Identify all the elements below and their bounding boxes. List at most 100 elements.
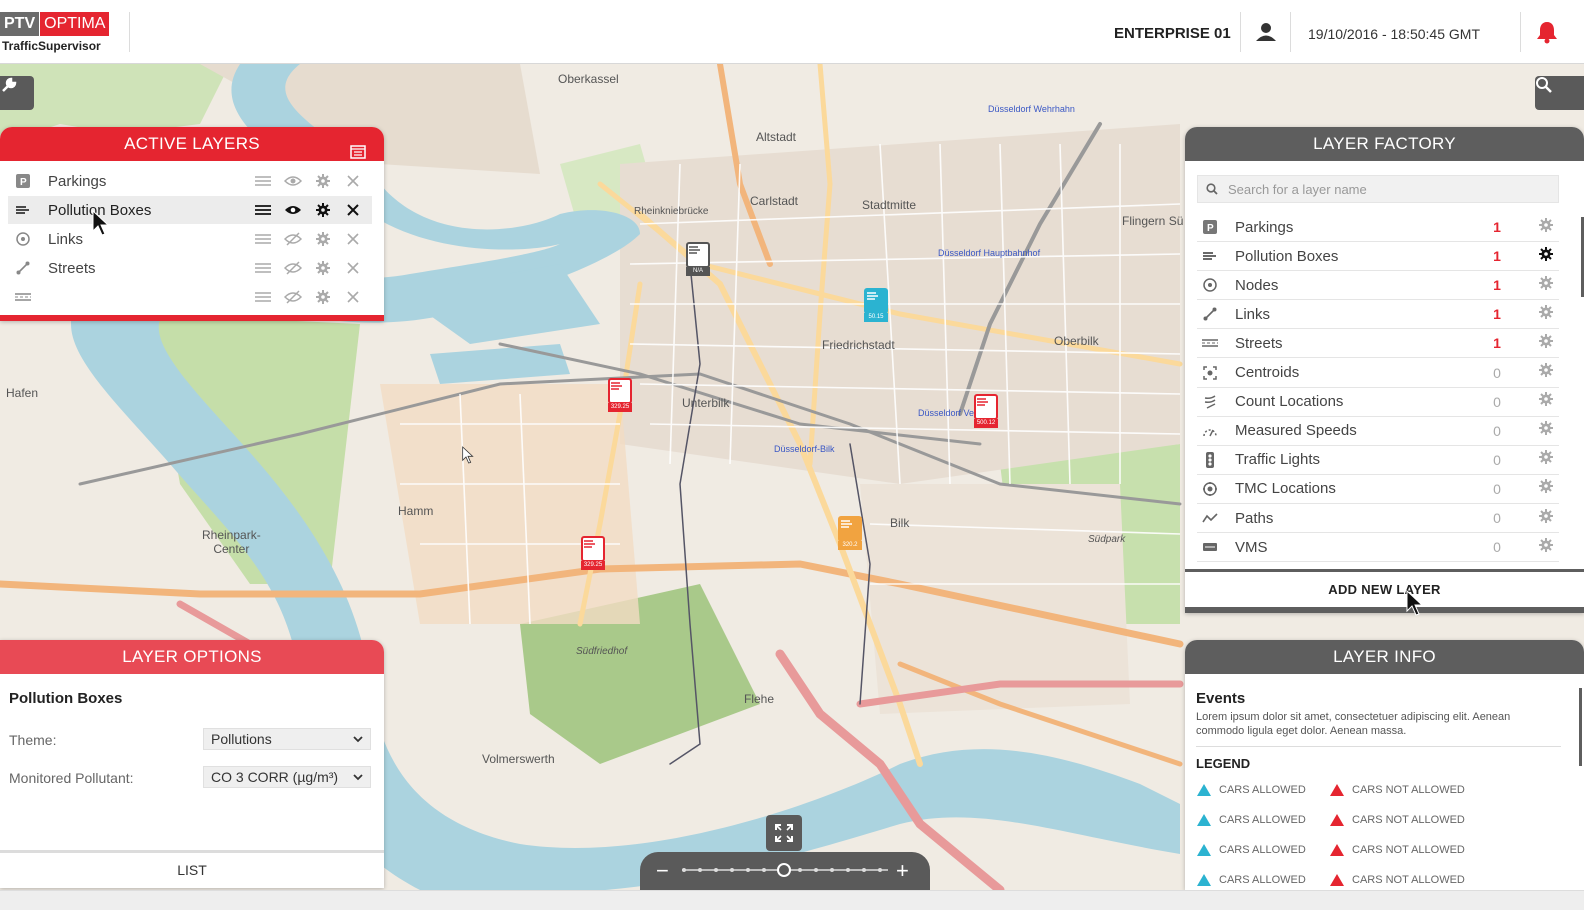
layer-factory-row[interactable]: P Parkings 1 bbox=[1197, 213, 1559, 242]
layer-factory-header: LAYER FACTORY bbox=[1185, 127, 1584, 161]
gear-icon[interactable] bbox=[308, 261, 338, 275]
gear-icon[interactable] bbox=[1539, 392, 1553, 411]
layer-factory-row[interactable]: Paths 0 bbox=[1197, 504, 1559, 533]
pollution-marker[interactable]: 50.15 bbox=[864, 288, 888, 322]
calendar-icon[interactable] bbox=[350, 137, 366, 171]
header-divider bbox=[1520, 12, 1521, 52]
eye-slash-icon[interactable] bbox=[278, 232, 308, 246]
eye-icon[interactable] bbox=[278, 204, 308, 216]
close-icon[interactable] bbox=[338, 291, 368, 303]
legend-item: CARS ALLOWED bbox=[1197, 814, 1306, 826]
layer-factory-row[interactable]: TMC Locations 0 bbox=[1197, 475, 1559, 504]
pollution-marker[interactable]: 329.25 bbox=[608, 378, 632, 412]
layer-factory-row[interactable]: VMS 0 bbox=[1197, 533, 1559, 563]
layer-factory-row[interactable]: Pollution Boxes 1 bbox=[1197, 242, 1559, 272]
street-icon bbox=[1197, 338, 1223, 348]
pollution-marker[interactable]: 500.12 bbox=[974, 394, 998, 428]
active-layer-name: Pollution Boxes bbox=[48, 201, 152, 219]
active-layer-name: Parkings bbox=[48, 172, 107, 190]
layer-factory-name: Measured Speeds bbox=[1235, 422, 1357, 440]
wrench-icon[interactable] bbox=[0, 76, 34, 110]
mouse-cursor-icon bbox=[92, 210, 110, 236]
eye-slash-icon[interactable] bbox=[278, 290, 308, 304]
list-icon[interactable] bbox=[248, 175, 278, 187]
pollution-marker[interactable]: 320.2 bbox=[838, 516, 862, 550]
gear-icon[interactable] bbox=[308, 290, 338, 304]
list-icon[interactable] bbox=[248, 233, 278, 245]
node-icon bbox=[1197, 278, 1223, 292]
close-icon[interactable] bbox=[338, 175, 368, 187]
zoom-out-button[interactable]: − bbox=[656, 858, 669, 884]
zoom-in-button[interactable]: + bbox=[896, 858, 909, 884]
active-layer-row[interactable]: Links bbox=[8, 225, 372, 253]
layer-factory-row[interactable]: Measured Speeds 0 bbox=[1197, 417, 1559, 446]
layer-factory-row[interactable]: Centroids 0 bbox=[1197, 359, 1559, 388]
legend-label: CARS NOT ALLOWED bbox=[1352, 874, 1465, 886]
chevron-down-icon bbox=[353, 736, 363, 743]
gear-icon[interactable] bbox=[308, 232, 338, 246]
list-icon[interactable] bbox=[248, 262, 278, 274]
gear-icon[interactable] bbox=[308, 203, 338, 217]
map-label: Düsseldorf Wehrhahn bbox=[988, 104, 1075, 114]
active-layer-name: Streets bbox=[48, 259, 96, 277]
zoom-slider-thumb[interactable] bbox=[777, 863, 791, 877]
chevron-down-icon bbox=[353, 774, 363, 781]
close-icon[interactable] bbox=[338, 204, 368, 216]
eye-slash-icon[interactable] bbox=[278, 261, 308, 275]
gear-icon[interactable] bbox=[1539, 479, 1553, 498]
gear-icon[interactable] bbox=[1539, 421, 1553, 440]
gear-icon[interactable] bbox=[1539, 246, 1553, 266]
gear-icon[interactable] bbox=[1539, 333, 1553, 353]
bell-icon[interactable] bbox=[1536, 20, 1558, 49]
pollution-marker[interactable]: N/A bbox=[686, 242, 710, 276]
layer-count: 0 bbox=[1493, 480, 1501, 497]
count-location-icon bbox=[1197, 394, 1223, 409]
layer-factory-row[interactable]: Streets 1 bbox=[1197, 329, 1559, 359]
list-icon[interactable] bbox=[248, 291, 278, 303]
selected-layer-name: Pollution Boxes bbox=[9, 690, 123, 707]
legend-label: CARS NOT ALLOWED bbox=[1352, 844, 1465, 856]
layer-factory-row[interactable]: Nodes 1 bbox=[1197, 271, 1559, 301]
ptv-optima-logo[interactable]: PTV OPTIMA TrafficSupervisor bbox=[0, 12, 110, 53]
zoom-slider[interactable] bbox=[680, 862, 890, 878]
layer-factory-row[interactable]: Count Locations 0 bbox=[1197, 388, 1559, 417]
gear-icon[interactable] bbox=[1539, 508, 1553, 528]
close-icon[interactable] bbox=[338, 233, 368, 245]
list-icon[interactable] bbox=[248, 204, 278, 216]
gear-icon[interactable] bbox=[1539, 537, 1553, 557]
enterprise-name[interactable]: ENTERPRISE 01 bbox=[1114, 25, 1231, 42]
gear-icon[interactable] bbox=[1539, 304, 1553, 324]
eye-icon[interactable] bbox=[278, 175, 308, 187]
map-label: Rheinkniebrücke bbox=[634, 206, 709, 217]
layer-search-input[interactable]: Search for a layer name bbox=[1197, 175, 1559, 203]
scrollbar[interactable] bbox=[1579, 688, 1582, 766]
layer-factory-row[interactable]: Links 1 bbox=[1197, 300, 1559, 330]
active-layer-row[interactable] bbox=[8, 283, 372, 311]
pollutant-select[interactable]: CO 3 CORR (µg/m³) bbox=[203, 766, 371, 788]
gear-icon[interactable] bbox=[1539, 363, 1553, 382]
gear-icon[interactable] bbox=[1539, 275, 1553, 295]
gear-icon[interactable] bbox=[308, 174, 338, 188]
layer-count: 1 bbox=[1493, 277, 1501, 294]
theme-select[interactable]: Pollutions bbox=[203, 728, 371, 750]
gear-icon[interactable] bbox=[1539, 217, 1553, 237]
triangle-icon bbox=[1330, 814, 1344, 826]
pollution-marker[interactable]: 329.25 bbox=[581, 536, 605, 570]
add-new-layer-button[interactable]: ADD NEW LAYER bbox=[1185, 569, 1584, 607]
list-button[interactable]: LIST bbox=[0, 850, 384, 888]
info-description: Lorem ipsum dolor sit amet, consectetuer… bbox=[1196, 711, 1511, 737]
user-icon[interactable] bbox=[1255, 22, 1277, 47]
gear-icon[interactable] bbox=[1539, 450, 1553, 469]
active-layer-row-selected[interactable]: Pollution Boxes bbox=[8, 196, 372, 224]
active-layer-row[interactable]: Streets bbox=[8, 254, 372, 282]
layer-factory-name: Nodes bbox=[1235, 276, 1279, 294]
close-icon[interactable] bbox=[338, 262, 368, 274]
map-label: Hamm bbox=[398, 504, 434, 518]
fullscreen-icon[interactable] bbox=[766, 815, 802, 851]
speed-icon bbox=[1197, 425, 1223, 437]
active-layer-row[interactable]: P Parkings bbox=[8, 167, 372, 195]
search-icon[interactable] bbox=[1535, 76, 1584, 110]
marker-value: 320.2 bbox=[838, 541, 862, 550]
layer-count: 0 bbox=[1493, 422, 1501, 439]
layer-factory-row[interactable]: Traffic Lights 0 bbox=[1197, 446, 1559, 475]
